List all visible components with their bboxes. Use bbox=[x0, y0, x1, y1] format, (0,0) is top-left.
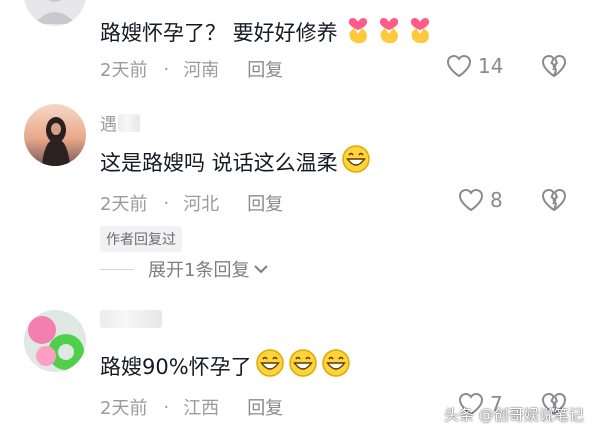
reply-button[interactable]: 回复 bbox=[247, 190, 283, 216]
comment-text-content: 路嫂怀孕了？ 要好好修养 bbox=[100, 21, 338, 45]
heart-hands-icon bbox=[406, 14, 434, 52]
chevron-down-icon bbox=[253, 259, 269, 280]
comment-meta: 2天前 · 河南 回复 bbox=[100, 56, 283, 82]
comment-text-content: 路嫂90%怀孕了 bbox=[100, 355, 252, 379]
comment-time: 2天前 bbox=[100, 194, 148, 215]
comment-meta: 2天前 · 河北 回复 bbox=[100, 190, 283, 216]
comment-list: 路嫂怀孕了？ 要好好修养 2天前 · 河南 回复 14 遇 这是路嫂吗 说话这么… bbox=[0, 0, 600, 436]
comment-item: 路嫂怀孕了？ 要好好修养 2天前 · 河南 回复 14 bbox=[0, 0, 600, 100]
dislike-button[interactable] bbox=[540, 54, 568, 82]
comment-text: 路嫂怀孕了？ 要好好修养 bbox=[100, 14, 434, 52]
comment-text: 路嫂90%怀孕了 bbox=[100, 348, 351, 386]
comment-time: 2天前 bbox=[100, 60, 148, 81]
author-replied-tag: 作者回复过 bbox=[100, 226, 182, 252]
heart-hands-icon bbox=[375, 14, 403, 52]
like-button[interactable]: 14 bbox=[446, 54, 503, 78]
separator-dot: · bbox=[163, 192, 170, 214]
expand-replies-label: 展开1条回复 bbox=[148, 260, 250, 281]
username[interactable]: 遇 bbox=[100, 110, 118, 135]
username-text: 遇 bbox=[100, 115, 118, 135]
like-button[interactable]: 8 bbox=[458, 188, 503, 212]
avatar[interactable] bbox=[24, 310, 86, 372]
expand-replies-button[interactable]: 展开1条回复 bbox=[100, 256, 269, 282]
separator-dot: · bbox=[163, 396, 170, 418]
comment-location: 河南 bbox=[183, 60, 220, 81]
like-count: 8 bbox=[490, 188, 503, 212]
grinning-face-icon bbox=[288, 348, 318, 386]
comment-item: 遇 这是路嫂吗 说话这么温柔 2天前 · 河北 回复 8 bbox=[0, 100, 600, 290]
broken-heart-icon bbox=[542, 55, 566, 77]
comment-text: 这是路嫂吗 说话这么温柔 bbox=[100, 144, 371, 182]
comment-location: 河北 bbox=[183, 194, 220, 215]
heart-hands-icon bbox=[344, 14, 372, 52]
comment-time: 2天前 bbox=[100, 398, 148, 419]
grinning-face-icon bbox=[321, 348, 351, 386]
comment-text-content: 这是路嫂吗 说话这么温柔 bbox=[100, 151, 338, 175]
username-redaction bbox=[100, 310, 162, 328]
grinning-face-icon bbox=[255, 348, 285, 386]
dislike-button[interactable] bbox=[540, 188, 568, 216]
avatar[interactable] bbox=[24, 0, 86, 26]
avatar[interactable] bbox=[24, 104, 86, 166]
heart-outline-icon bbox=[458, 188, 484, 212]
heart-outline-icon bbox=[446, 54, 472, 78]
comment-location: 江西 bbox=[183, 398, 220, 419]
grinning-face-icon bbox=[341, 144, 371, 182]
reply-button[interactable]: 回复 bbox=[247, 394, 283, 420]
username-redaction bbox=[118, 114, 140, 132]
broken-heart-icon bbox=[542, 189, 566, 211]
watermark: 头条 @创哥娱说笔记 bbox=[444, 406, 584, 424]
separator-dot: · bbox=[163, 58, 170, 80]
divider-line bbox=[100, 268, 134, 270]
reply-button[interactable]: 回复 bbox=[247, 56, 283, 82]
comment-meta: 2天前 · 江西 回复 bbox=[100, 394, 283, 420]
like-count: 14 bbox=[478, 54, 504, 78]
